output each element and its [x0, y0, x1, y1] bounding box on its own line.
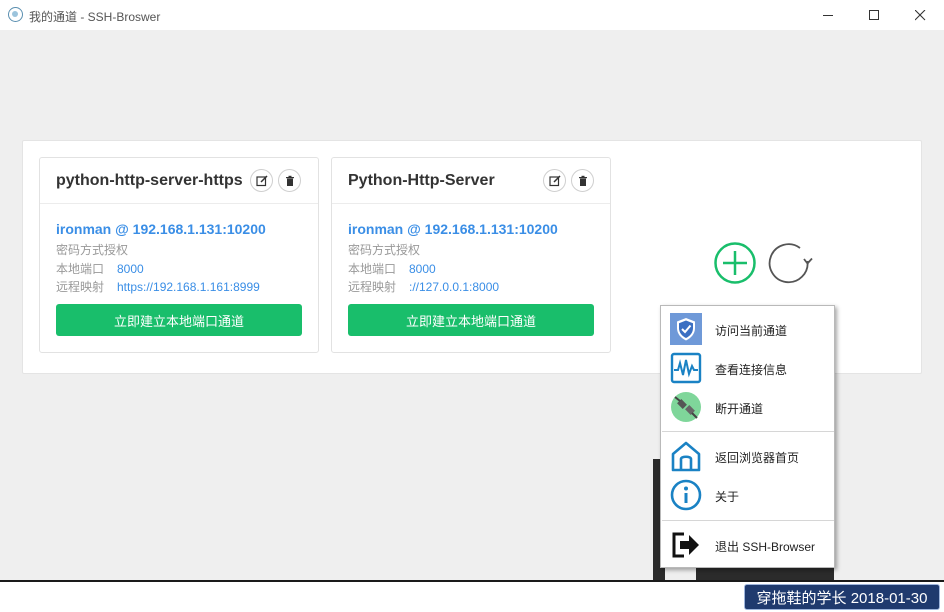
delete-button[interactable] — [571, 169, 594, 192]
shield-icon — [670, 313, 702, 345]
edit-button[interactable] — [543, 169, 566, 192]
edit-button[interactable] — [250, 169, 273, 192]
window-title: 我的通道 - SSH-Broswer — [29, 10, 161, 24]
add-tunnel-button[interactable] — [714, 242, 756, 284]
local-port-label: 本地端口 — [348, 262, 397, 276]
close-icon — [914, 9, 925, 20]
auth-method: 密码方式授权 — [348, 243, 421, 257]
connection-address: ironman @ 192.168.1.131:10200 — [56, 221, 266, 237]
plus-circle-icon — [714, 242, 756, 284]
local-port-row: 本地端口 8000 — [348, 260, 436, 277]
remote-mapping-value: https://192.168.1.161:8999 — [117, 280, 260, 294]
menu-item-label: 查看连接信息 — [715, 363, 788, 377]
card-title: python-http-server-https — [56, 172, 243, 189]
open-tunnel-button[interactable]: 立即建立本地端口通道 — [348, 304, 594, 336]
home-icon — [671, 441, 701, 472]
maximize-button[interactable] — [851, 0, 897, 30]
local-port-label: 本地端口 — [56, 262, 105, 276]
refresh-button[interactable] — [768, 242, 814, 284]
trash-icon — [285, 175, 294, 186]
card-header: python-http-server-https — [40, 158, 318, 204]
menu-item-connection-info[interactable]: 查看连接信息 — [661, 349, 834, 387]
remote-mapping-label: 远程映射 — [56, 280, 105, 294]
pulse-icon — [670, 352, 702, 384]
menu-item-about[interactable]: 关于 — [661, 476, 834, 514]
title-bar: 我的通道 - SSH-Broswer — [0, 0, 944, 30]
background-window — [696, 566, 834, 580]
menu-item-exit[interactable]: 退出 SSH-Browser — [661, 526, 834, 564]
menu-item-disconnect[interactable]: 断开通道 — [661, 388, 834, 426]
info-icon — [670, 479, 702, 511]
remote-mapping-row: 远程映射 https://192.168.1.161:8999 — [56, 278, 260, 295]
exit-icon — [672, 532, 699, 558]
local-port-row: 本地端口 8000 — [56, 260, 144, 277]
menu-item-label: 退出 SSH-Browser — [715, 540, 816, 554]
trash-icon — [578, 175, 587, 186]
menu-item-label: 返回浏览器首页 — [715, 451, 800, 465]
remote-mapping-label: 远程映射 — [348, 280, 397, 294]
menu-separator — [662, 520, 834, 521]
app-icon — [8, 7, 23, 22]
local-port-value: 8000 — [409, 262, 436, 276]
remote-mapping-value: ://127.0.0.1:8000 — [409, 280, 500, 294]
local-port-value: 8000 — [117, 262, 144, 276]
tunnel-card: python-http-server-https ironman @ 192.1… — [39, 157, 319, 353]
open-tunnel-button[interactable]: 立即建立本地端口通道 — [56, 304, 302, 336]
card-header: Python-Http-Server — [332, 158, 610, 204]
remote-mapping-row: 远程映射 ://127.0.0.1:8000 — [348, 278, 499, 295]
menu-item-label: 断开通道 — [715, 402, 764, 416]
plug-icon — [671, 392, 701, 422]
watermark-label: 穿拖鞋的学长 2018-01-30 — [744, 584, 940, 610]
minimize-button[interactable] — [805, 0, 851, 30]
tunnel-card: Python-Http-Server ironman @ 192.168.1.1… — [331, 157, 611, 353]
close-button[interactable] — [897, 0, 943, 30]
maximize-icon — [868, 9, 879, 20]
context-menu: 访问当前通道 查看连接信息 断开通道 返回浏览器首页 关于 退出 SSH-Bro… — [660, 305, 835, 568]
auth-method: 密码方式授权 — [56, 243, 129, 257]
menu-item-browser-home[interactable]: 返回浏览器首页 — [661, 437, 834, 475]
delete-button[interactable] — [278, 169, 301, 192]
edit-icon — [255, 174, 268, 186]
minimize-icon — [822, 14, 833, 16]
edit-icon — [548, 174, 561, 186]
card-title: Python-Http-Server — [348, 172, 495, 189]
menu-item-label: 关于 — [715, 490, 740, 504]
connection-address: ironman @ 192.168.1.131:10200 — [348, 221, 558, 237]
menu-separator — [662, 431, 834, 432]
refresh-icon — [768, 243, 813, 284]
menu-item-visit-tunnel[interactable]: 访问当前通道 — [661, 310, 834, 348]
menu-item-label: 访问当前通道 — [715, 324, 788, 338]
